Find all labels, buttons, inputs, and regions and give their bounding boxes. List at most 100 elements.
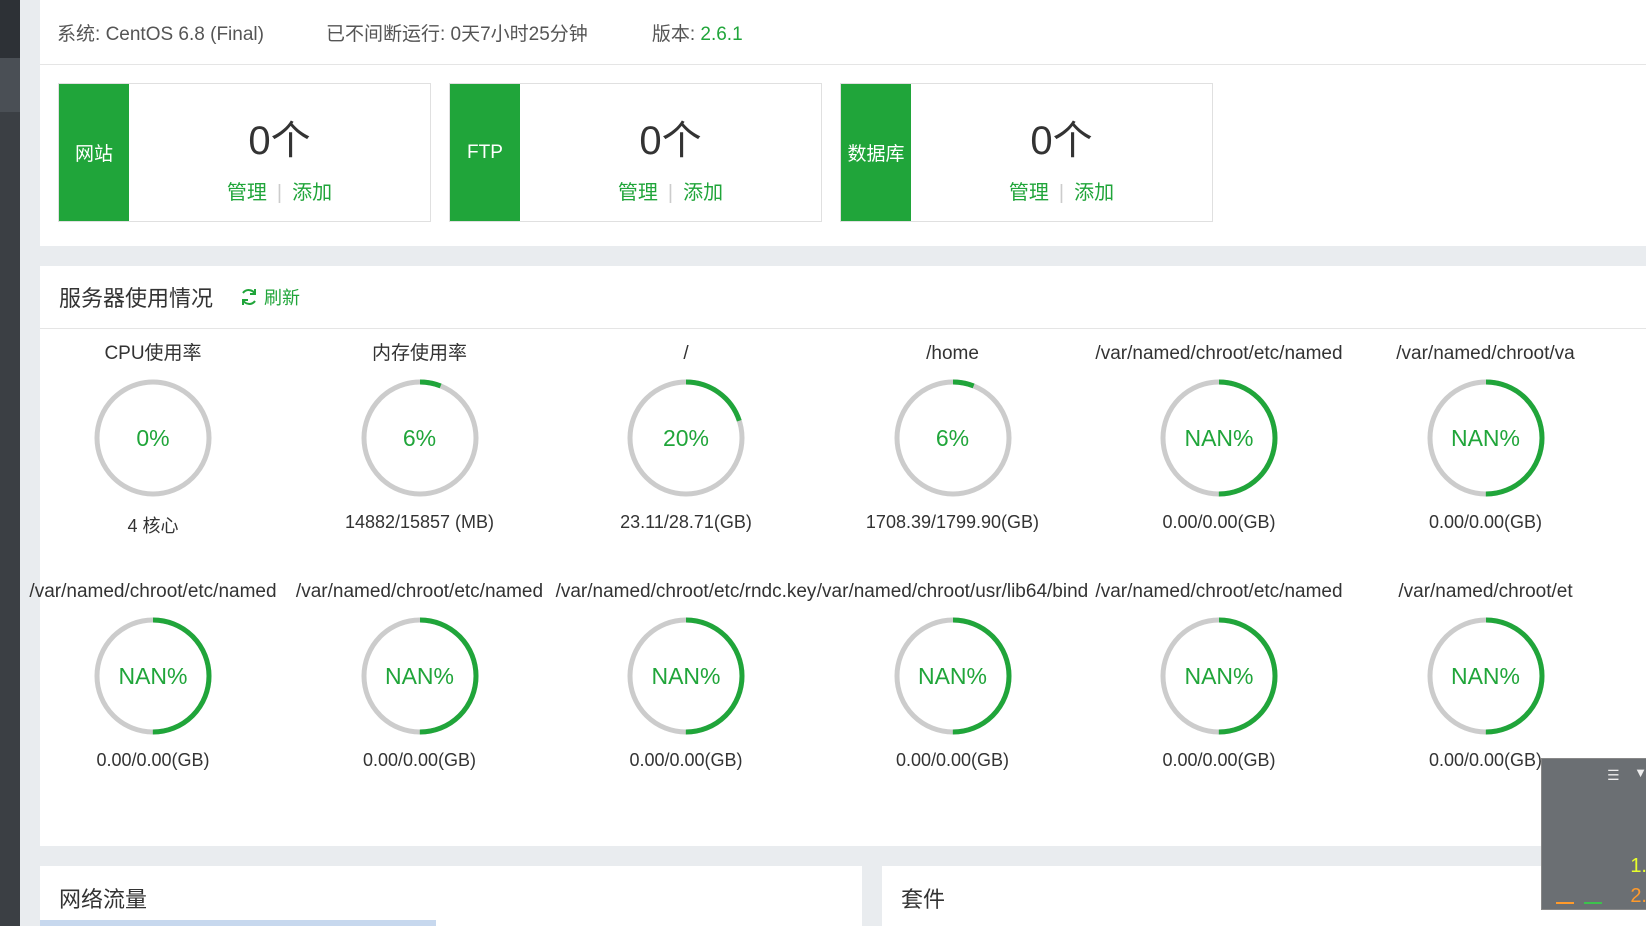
website-stat-card: 网站 0个 管理 | 添加: [58, 83, 431, 222]
usage-header: 服务器使用情况 刷新: [40, 266, 1646, 329]
usage-gauge[interactable]: /var/named/chroot/va NAN% 0.00/0.00(GB): [1346, 342, 1626, 533]
usage-gauge[interactable]: /var/named/chroot/etc/named NAN% 0.00/0.00…: [1079, 342, 1359, 533]
gauge-ring: NAN%: [620, 610, 752, 742]
database-manage-link[interactable]: 管理: [1009, 182, 1049, 204]
gauge-percent: NAN%: [1184, 425, 1254, 451]
database-count: 0个: [1030, 119, 1093, 163]
usage-gauge[interactable]: /var/named/chroot/etc/named NAN% 0.00/0.00…: [1079, 580, 1359, 771]
uptime-label: 已不间断运行:: [325, 23, 446, 45]
uptime-value: 0天7小时25分钟: [450, 23, 588, 45]
gauge-percent: NAN%: [1184, 663, 1254, 689]
website-manage-link[interactable]: 管理: [227, 182, 267, 204]
usage-gauge[interactable]: /var/named/chroot/etc/named NAN% 0.00/0.00…: [280, 580, 560, 771]
gauge-label: /home: [926, 343, 979, 364]
suite-panel: 套件: [882, 866, 1646, 926]
menu-icon[interactable]: ☰: [1607, 767, 1627, 783]
gauge-label: CPU使用率: [104, 343, 202, 364]
floating-monitor-widget[interactable]: ☰ ▼ 1. 2.: [1541, 758, 1646, 910]
gauge-ring: NAN%: [1420, 610, 1552, 742]
gauge-detail: 0.00/0.00(GB): [1162, 750, 1276, 770]
gauge-percent: 6%: [935, 425, 970, 451]
gauge-detail: 0.00/0.00(GB): [96, 750, 210, 770]
network-traffic-panel: 网络流量: [40, 866, 862, 926]
gauge-percent: 6%: [402, 425, 437, 451]
gauge-label: /var/named/chroot/etc/rndc.key: [555, 581, 817, 602]
gauge-ring: NAN%: [1153, 610, 1285, 742]
version-label: 版本:: [651, 23, 696, 45]
gauge-percent: NAN%: [118, 663, 188, 689]
gauge-percent: 20%: [662, 425, 710, 451]
usage-gauge[interactable]: /var/named/chroot/usr/lib64/bind NAN% 0.00…: [813, 580, 1093, 771]
widget-bars: [1556, 902, 1602, 904]
gauge-label: /var/named/chroot/etc/named: [295, 581, 544, 602]
gauge-label: /var/named/chroot/etc/named: [1095, 581, 1343, 602]
ftp-add-link[interactable]: 添加: [683, 182, 723, 204]
network-scrollbar[interactable]: [40, 920, 436, 926]
refresh-button[interactable]: 刷新: [239, 284, 300, 310]
gauge-label: /var/named/chroot/etc/named: [1095, 343, 1343, 364]
sidebar-item-active[interactable]: [0, 58, 20, 112]
database-stat-card: 数据库 0个 管理 | 添加: [840, 83, 1213, 222]
gauge-ring: NAN%: [87, 610, 219, 742]
gauge-detail: 0.00/0.00(GB): [895, 750, 1010, 770]
ftp-links: 管理 | 添加: [520, 176, 821, 205]
link-separator: |: [276, 182, 283, 204]
gauge-ring: NAN%: [887, 610, 1019, 742]
gauge-detail: 0.00/0.00(GB): [1162, 512, 1276, 532]
database-links: 管理 | 添加: [911, 176, 1212, 205]
gauge-percent: NAN%: [1450, 425, 1520, 451]
usage-gauge[interactable]: /var/named/chroot/et NAN% 0.00/0.00(GB): [1346, 580, 1626, 771]
system-overview-panel: 系统: CentOS 6.8 (Final) 已不间断运行: 0天7小时25分钟…: [40, 0, 1646, 246]
gauge-ring: 6%: [354, 372, 486, 504]
usage-gauge[interactable]: CPU使用率 0% 4 核心: [13, 342, 293, 538]
gauge-label: 内存使用率: [371, 343, 467, 364]
gauge-detail: 23.11/28.71(GB): [620, 512, 752, 532]
refresh-icon: [242, 289, 257, 305]
os-value: CentOS 6.8 (Final): [105, 23, 264, 45]
widget-value-1: 1.: [1630, 855, 1646, 877]
gauge-label: /var/named/chroot/va: [1396, 343, 1575, 364]
ftp-tag: FTP: [450, 84, 520, 221]
gauge-ring: 20%: [620, 372, 752, 504]
link-separator: |: [1058, 182, 1065, 204]
sidebar-logo-area: [0, 0, 20, 58]
usage-gauge[interactable]: / 20% 23.11/28.71(GB): [546, 342, 826, 533]
gauge-percent: NAN%: [1450, 663, 1520, 689]
os-info: 系统: CentOS 6.8 (Final): [57, 19, 264, 46]
gauge-label: /var/named/chroot/usr/lib64/bind: [816, 581, 1089, 602]
gauge-ring: 6%: [887, 372, 1019, 504]
refresh-label: 刷新: [264, 288, 301, 308]
gauge-detail: 14882/15857 (MB): [344, 512, 495, 532]
gauge-percent: NAN%: [917, 663, 987, 689]
suite-title: 套件: [901, 887, 946, 912]
uptime-info: 已不间断运行: 0天7小时25分钟: [326, 19, 588, 46]
database-tag: 数据库: [841, 84, 911, 221]
usage-gauge[interactable]: /home 6% 1708.39/1799.90(GB): [813, 342, 1093, 533]
gauge-detail: 4 核心: [127, 516, 179, 536]
widget-value-2: 2.: [1630, 885, 1646, 907]
gauge-percent: 0%: [136, 425, 170, 451]
usage-gauge[interactable]: /var/named/chroot/etc/rndc.key NAN% 0.00/0…: [546, 580, 826, 771]
usage-gauge[interactable]: 内存使用率 6% 14882/15857 (MB): [280, 342, 560, 533]
gauge-ring: NAN%: [354, 610, 486, 742]
website-links: 管理 | 添加: [129, 176, 430, 205]
link-separator: |: [667, 182, 674, 204]
gauge-ring: NAN%: [1153, 372, 1285, 504]
gauge-ring: NAN%: [1420, 372, 1552, 504]
gauge-ring: 0%: [87, 372, 219, 504]
ftp-count: 0个: [639, 119, 702, 163]
usage-gauge[interactable]: /var/named/chroot/etc/named NAN% 0.00/0.00…: [13, 580, 293, 771]
ftp-manage-link[interactable]: 管理: [618, 182, 658, 204]
gauge-label: /var/named/chroot/et: [1398, 581, 1573, 602]
gauge-percent: NAN%: [384, 663, 454, 689]
gauge-detail: 0.00/0.00(GB): [1428, 512, 1543, 532]
version-value[interactable]: 2.6.1: [700, 24, 742, 45]
usage-title: 服务器使用情况: [59, 286, 214, 311]
chevron-down-icon[interactable]: ▼: [1634, 765, 1646, 780]
gauge-detail: 1708.39/1799.90(GB): [865, 512, 1040, 532]
server-usage-panel: 服务器使用情况 刷新 CPU使用率 0% 4 核心 内存使用率 6% 14882/1585…: [29, 266, 1646, 846]
network-title: 网络流量: [59, 887, 148, 912]
ftp-stat-card: FTP 0个 管理 | 添加: [449, 83, 822, 222]
database-add-link[interactable]: 添加: [1074, 182, 1114, 204]
website-add-link[interactable]: 添加: [292, 182, 332, 204]
